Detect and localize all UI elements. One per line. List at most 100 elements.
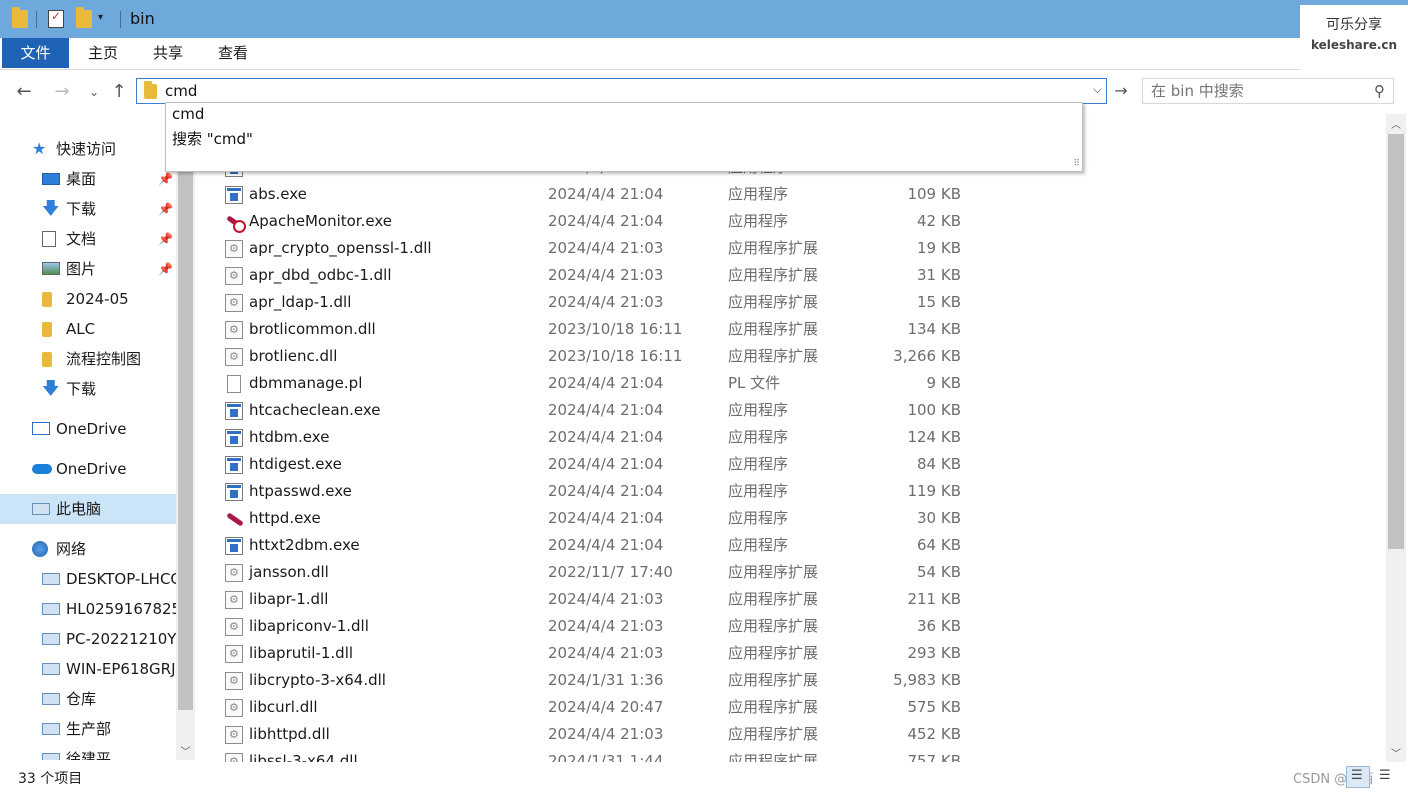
nav-item[interactable]: PC-20221210YI [0, 624, 176, 654]
file-type: 应用程序扩展 [728, 293, 819, 311]
file-type: 应用程序扩展 [728, 671, 819, 689]
file-row[interactable]: brotlienc.dll 2023/10/18 16:11 应用程序扩展 3,266… [215, 343, 1375, 370]
file-row[interactable]: libssl-3-x64.dll 2024/1/31 1:44 应用程序扩展 757 … [215, 748, 1375, 763]
nav-item[interactable]: 文档 📌 [0, 224, 176, 254]
scroll-down-icon[interactable]: ﹀ [176, 743, 195, 758]
nav-item[interactable]: 网络 [0, 534, 176, 564]
nav-scroll-thumb[interactable] [178, 130, 193, 710]
file-row[interactable]: htpasswd.exe 2024/4/4 21:04 应用程序 119 KB [215, 478, 1375, 505]
details-view-icon[interactable] [1346, 766, 1370, 788]
nav-item-label: PC-20221210YI [66, 630, 176, 648]
file-row[interactable]: abs.exe 2024/4/4 21:04 应用程序 109 KB [215, 181, 1375, 208]
nav-item[interactable]: HL0259167825 [0, 594, 176, 624]
file-row[interactable]: apr_dbd_odbc-1.dll 2024/4/4 21:03 应用程序扩展 31… [215, 262, 1375, 289]
recent-locations-chevron-icon[interactable]: ⌄ [82, 80, 106, 104]
file-row[interactable]: htcacheclean.exe 2024/4/4 21:04 应用程序 100 KB [215, 397, 1375, 424]
chevron-down-icon[interactable]: ⌵ [1093, 82, 1102, 97]
pin-icon[interactable]: 📌 [158, 194, 173, 224]
file-list-scrollbar[interactable]: ︿ ﹀ [1386, 114, 1406, 762]
file-row[interactable]: httpd.exe 2024/4/4 21:04 应用程序 30 KB [215, 505, 1375, 532]
file-row[interactable]: libhttpd.dll 2024/4/4 21:03 应用程序扩展 452 KB [215, 721, 1375, 748]
nav-item[interactable]: 桌面 📌 [0, 164, 176, 194]
scroll-up-icon[interactable]: ︿ [1386, 116, 1406, 131]
nav-scrollbar[interactable]: ︿ ﹀ [176, 110, 195, 760]
file-row[interactable]: libcrypto-3-x64.dll 2024/1/31 1:36 应用程序扩展 5… [215, 667, 1375, 694]
file-row[interactable]: libaprutil-1.dll 2024/4/4 21:03 应用程序扩展 293 … [215, 640, 1375, 667]
file-date: 2023/10/18 16:11 [548, 320, 683, 338]
nav-item[interactable]: 生产部 [0, 714, 176, 744]
toolbar-separator [120, 11, 121, 28]
file-row[interactable]: libcurl.dll 2024/4/4 20:47 应用程序扩展 575 KB [215, 694, 1375, 721]
file-size: 109 KB [907, 185, 961, 203]
tab-share[interactable]: 共享 [143, 38, 193, 68]
nav-item[interactable]: 徐建平 [0, 744, 176, 760]
file-row[interactable]: dbmmanage.pl 2024/4/4 21:04 PL 文件 9 KB [215, 370, 1375, 397]
file-row[interactable]: libapriconv-1.dll 2024/4/4 21:03 应用程序扩展 36 … [215, 613, 1375, 640]
large-icons-view-icon[interactable] [1374, 766, 1398, 788]
scroll-down-icon[interactable]: ﹀ [1386, 745, 1406, 760]
brand-domain: keleshare.cn [1310, 38, 1398, 52]
nav-item[interactable]: OneDrive [0, 454, 176, 484]
suggestion-item[interactable]: 搜索 "cmd" [172, 128, 253, 149]
pin-icon[interactable]: 📌 [158, 224, 173, 254]
customize-dropdown-icon[interactable]: ▾ [98, 12, 114, 30]
status-bar: 33 个项目 [0, 762, 1408, 792]
nav-item[interactable]: 此电脑 [0, 494, 176, 524]
file-type: PL 文件 [728, 374, 781, 392]
up-arrow-icon[interactable]: ↑ [107, 80, 131, 104]
nav-item[interactable]: 流程控制图 [0, 344, 176, 374]
onedrive-box-icon [32, 422, 50, 435]
file-date: 2024/4/4 21:04 [548, 509, 664, 527]
file-row[interactable]: htdigest.exe 2024/4/4 21:04 应用程序 84 KB [215, 451, 1375, 478]
file-type: 应用程序 [728, 212, 789, 230]
nav-item[interactable]: WIN-EP618GRJ [0, 654, 176, 684]
file-name: brotlienc.dll [249, 347, 338, 365]
suggestion-item[interactable]: cmd [172, 105, 204, 123]
nav-item[interactable]: 2024-05 [0, 284, 176, 314]
address-input[interactable] [165, 81, 1065, 101]
file-name: libapr-1.dll [249, 590, 329, 608]
search-box[interactable]: ⚲ [1142, 78, 1394, 104]
search-input[interactable] [1151, 82, 1361, 100]
back-arrow-icon[interactable]: ← [12, 80, 36, 104]
properties-checklist-icon[interactable]: ✓ [48, 9, 64, 28]
nav-item[interactable]: DESKTOP-LHCG [0, 564, 176, 594]
pin-icon[interactable]: 📌 [158, 254, 173, 284]
ribbon-tabs: 文件 主页 共享 查看 [0, 38, 1300, 70]
search-icon[interactable]: ⚲ [1374, 82, 1385, 100]
download-arrow-icon: 🡇 [42, 199, 60, 219]
tab-file[interactable]: 文件 [2, 38, 69, 68]
file-name: libhttpd.dll [249, 725, 330, 743]
nav-item-label: 徐建平 [66, 750, 112, 760]
tab-view[interactable]: 查看 [208, 38, 258, 68]
nav-item[interactable]: ★ 快速访问 [0, 134, 176, 164]
resize-grip-icon[interactable]: ⠿ [1073, 159, 1080, 169]
address-bar[interactable]: ⌵ [136, 78, 1107, 104]
file-type: 应用程序 [728, 185, 789, 203]
file-row[interactable]: apr_ldap-1.dll 2024/4/4 21:03 应用程序扩展 15 KB [215, 289, 1375, 316]
file-name: htcacheclean.exe [249, 401, 381, 419]
forward-arrow-icon[interactable]: → [50, 80, 74, 104]
file-date: 2024/4/4 21:03 [548, 725, 664, 743]
nav-item[interactable]: 🡇 下载 📌 [0, 194, 176, 224]
file-row[interactable]: jansson.dll 2022/11/7 17:40 应用程序扩展 54 KB [215, 559, 1375, 586]
file-row[interactable]: httxt2dbm.exe 2024/4/4 21:04 应用程序 64 KB [215, 532, 1375, 559]
nav-item[interactable]: ALC [0, 314, 176, 344]
go-arrow-icon[interactable]: → [1110, 80, 1132, 102]
file-list-scroll-thumb[interactable] [1388, 134, 1404, 549]
dll-file-icon [225, 591, 243, 609]
file-row[interactable]: ApacheMonitor.exe 2024/4/4 21:04 应用程序 42 KB [215, 208, 1375, 235]
file-row[interactable]: libapr-1.dll 2024/4/4 21:03 应用程序扩展 211 KB [215, 586, 1375, 613]
file-row[interactable]: htdbm.exe 2024/4/4 21:04 应用程序 124 KB [215, 424, 1375, 451]
nav-item[interactable]: 图片 📌 [0, 254, 176, 284]
tab-home[interactable]: 主页 [78, 38, 128, 68]
new-folder-icon[interactable] [76, 7, 92, 28]
file-name: libssl-3-x64.dll [249, 752, 358, 763]
cloud-icon [32, 464, 52, 474]
nav-item[interactable]: 🡇 下载 [0, 374, 176, 404]
nav-item[interactable]: 仓库 [0, 684, 176, 714]
file-date: 2024/4/4 21:03 [548, 617, 664, 635]
file-row[interactable]: apr_crypto_openssl-1.dll 2024/4/4 21:03 应用… [215, 235, 1375, 262]
file-row[interactable]: brotlicommon.dll 2023/10/18 16:11 应用程序扩展 13… [215, 316, 1375, 343]
nav-item[interactable]: OneDrive [0, 414, 176, 444]
